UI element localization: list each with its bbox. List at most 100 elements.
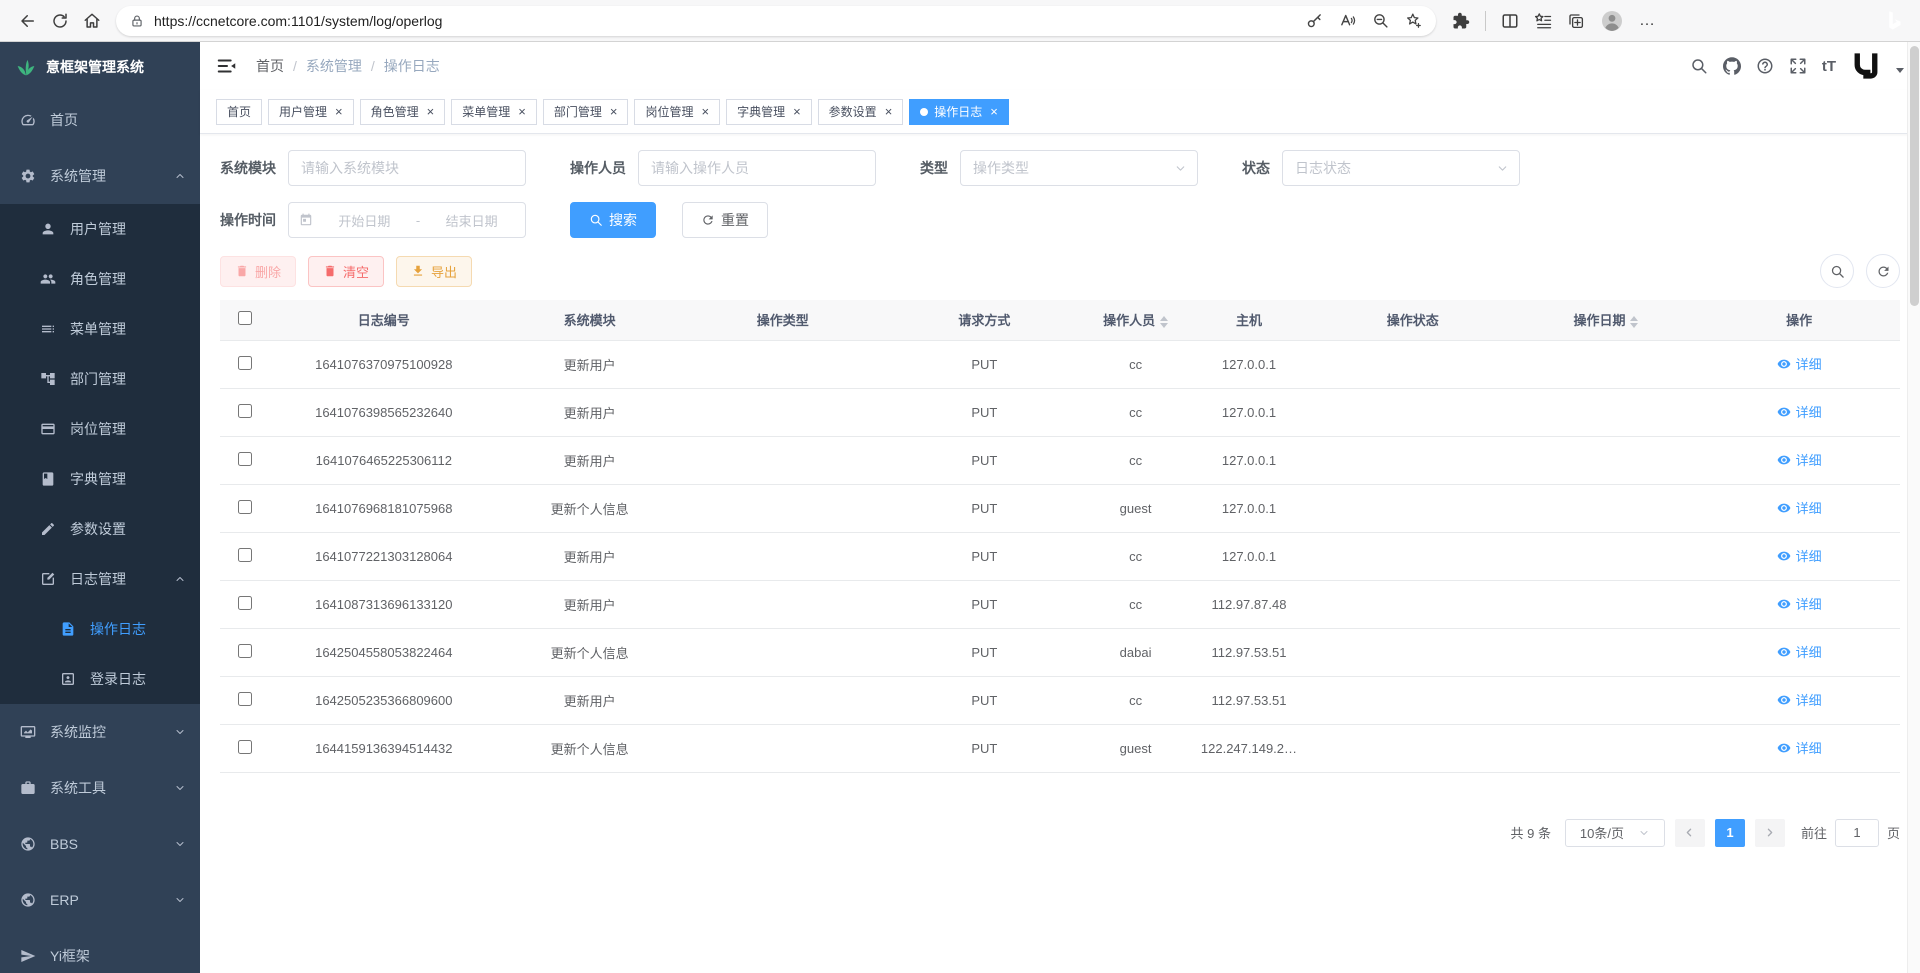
- password-key-icon[interactable]: [1306, 12, 1323, 29]
- detail-link[interactable]: 详细: [1777, 402, 1822, 421]
- view-tab[interactable]: 字典管理 ×: [726, 99, 812, 125]
- tab-close-icon[interactable]: ×: [990, 105, 998, 118]
- page-number-button[interactable]: 1: [1715, 819, 1745, 847]
- header-search-button[interactable]: [1690, 57, 1708, 75]
- show-search-toggle-button[interactable]: [1820, 254, 1854, 288]
- avatar-caret-icon[interactable]: [1896, 68, 1904, 73]
- operator-input[interactable]: [638, 150, 876, 186]
- tab-close-icon[interactable]: ×: [518, 105, 526, 118]
- sidebar-item-bbs[interactable]: BBS: [0, 816, 200, 872]
- extensions-puzzle-icon[interactable]: [1452, 12, 1470, 30]
- sidebar-item-department-management[interactable]: 部门管理: [0, 354, 200, 404]
- more-menu-icon[interactable]: …: [1639, 12, 1656, 30]
- export-button[interactable]: 导出: [396, 256, 472, 287]
- row-checkbox[interactable]: [238, 596, 252, 610]
- detail-link[interactable]: 详细: [1777, 450, 1822, 469]
- prev-page-button[interactable]: [1675, 819, 1705, 847]
- sidebar-item-operation-log[interactable]: 操作日志: [0, 604, 200, 654]
- page-size-select[interactable]: 10条/页: [1565, 819, 1665, 847]
- view-tab[interactable]: 岗位管理 ×: [634, 99, 720, 125]
- type-select[interactable]: 操作类型: [960, 150, 1198, 186]
- sidebar-item-role-management[interactable]: 角色管理: [0, 254, 200, 304]
- sidebar-item-post-management[interactable]: 岗位管理: [0, 404, 200, 454]
- row-checkbox[interactable]: [238, 548, 252, 562]
- sort-carets-icon[interactable]: [1630, 316, 1638, 328]
- scrollbar-thumb[interactable]: [1910, 46, 1919, 306]
- row-checkbox[interactable]: [238, 356, 252, 370]
- tab-close-icon[interactable]: ×: [427, 105, 435, 118]
- tab-close-icon[interactable]: ×: [793, 105, 801, 118]
- tab-group-icon[interactable]: [1567, 12, 1585, 30]
- detail-link[interactable]: 详细: [1777, 546, 1822, 565]
- sidebar-item-system-management[interactable]: 系统管理: [0, 148, 200, 204]
- view-tab[interactable]: 用户管理 ×: [268, 99, 354, 125]
- browser-refresh-button[interactable]: [44, 5, 76, 37]
- tab-close-icon[interactable]: ×: [335, 105, 343, 118]
- detail-link[interactable]: 详细: [1777, 642, 1822, 661]
- module-input[interactable]: [288, 150, 526, 186]
- sidebar-item-yi-framework[interactable]: Yi框架: [0, 928, 200, 973]
- read-aloud-icon[interactable]: [1339, 12, 1356, 29]
- split-screen-icon[interactable]: [1501, 12, 1519, 30]
- sidebar-item-dictionary-management[interactable]: 字典管理: [0, 454, 200, 504]
- view-tab[interactable]: 操作日志 ×: [909, 99, 1009, 125]
- detail-link[interactable]: 详细: [1777, 690, 1822, 709]
- detail-link[interactable]: 详细: [1777, 498, 1822, 517]
- row-checkbox[interactable]: [238, 452, 252, 466]
- next-page-button[interactable]: [1755, 819, 1785, 847]
- detail-link[interactable]: 详细: [1777, 738, 1822, 757]
- help-button[interactable]: [1756, 57, 1774, 75]
- browser-home-button[interactable]: [76, 5, 108, 37]
- row-checkbox[interactable]: [238, 644, 252, 658]
- date-range-picker[interactable]: 开始日期 - 结束日期: [288, 202, 526, 238]
- bing-chat-button[interactable]: [1878, 6, 1908, 36]
- end-date-placeholder[interactable]: 结束日期: [428, 211, 515, 230]
- user-avatar[interactable]: [1851, 51, 1881, 81]
- sidebar-item-user-management[interactable]: 用户管理: [0, 204, 200, 254]
- status-select[interactable]: 日志状态: [1282, 150, 1520, 186]
- delete-button[interactable]: 删除: [220, 256, 296, 287]
- profile-avatar-icon[interactable]: [1600, 9, 1624, 33]
- browser-back-button[interactable]: [12, 5, 44, 37]
- address-bar[interactable]: https://ccnetcore.com:1101/system/log/op…: [116, 6, 1436, 36]
- app-logo[interactable]: 意框架管理系统: [0, 42, 200, 92]
- breadcrumb-home[interactable]: 首页: [256, 56, 284, 76]
- page-scrollbar[interactable]: [1907, 42, 1920, 973]
- sidebar-item-erp[interactable]: ERP: [0, 872, 200, 928]
- row-checkbox[interactable]: [238, 500, 252, 514]
- view-tab[interactable]: 菜单管理 ×: [451, 99, 537, 125]
- detail-link[interactable]: 详细: [1777, 354, 1822, 373]
- zoom-out-icon[interactable]: [1372, 12, 1389, 29]
- collections-icon[interactable]: [1534, 12, 1552, 30]
- sidebar-item-home[interactable]: 首页: [0, 92, 200, 148]
- tab-close-icon[interactable]: ×: [701, 105, 709, 118]
- sidebar-item-parameter-settings[interactable]: 参数设置: [0, 504, 200, 554]
- font-size-icon[interactable]: tT: [1822, 58, 1836, 75]
- view-tab[interactable]: 参数设置 ×: [818, 99, 904, 125]
- favorite-star-icon[interactable]: [1405, 12, 1422, 29]
- sidebar-item-log-management[interactable]: 日志管理: [0, 554, 200, 604]
- detail-link[interactable]: 详细: [1777, 594, 1822, 613]
- row-checkbox[interactable]: [238, 404, 252, 418]
- sidebar-item-system-tools[interactable]: 系统工具: [0, 760, 200, 816]
- refresh-table-button[interactable]: [1866, 254, 1900, 288]
- tab-close-icon[interactable]: ×: [610, 105, 618, 118]
- clear-button[interactable]: 清空: [308, 256, 384, 287]
- view-tab[interactable]: 部门管理 ×: [543, 99, 629, 125]
- goto-page-input[interactable]: [1835, 819, 1879, 847]
- sidebar-item-login-log[interactable]: 登录日志: [0, 654, 200, 704]
- view-tab[interactable]: 角色管理 ×: [360, 99, 446, 125]
- tab-close-icon[interactable]: ×: [885, 105, 893, 118]
- url-text[interactable]: https://ccnetcore.com:1101/system/log/op…: [154, 13, 442, 29]
- sidebar-item-menu-management[interactable]: 菜单管理: [0, 304, 200, 354]
- start-date-placeholder[interactable]: 开始日期: [321, 211, 408, 230]
- hamburger-collapse-icon[interactable]: [216, 55, 238, 77]
- select-all-checkbox[interactable]: [238, 311, 252, 325]
- fullscreen-button[interactable]: [1789, 57, 1807, 75]
- view-tab[interactable]: 首页 ×: [216, 99, 262, 125]
- github-link-button[interactable]: [1723, 57, 1741, 75]
- reset-button[interactable]: 重置: [682, 202, 768, 238]
- search-button[interactable]: 搜索: [570, 202, 656, 238]
- sidebar-item-system-monitor[interactable]: 系统监控: [0, 704, 200, 760]
- row-checkbox[interactable]: [238, 692, 252, 706]
